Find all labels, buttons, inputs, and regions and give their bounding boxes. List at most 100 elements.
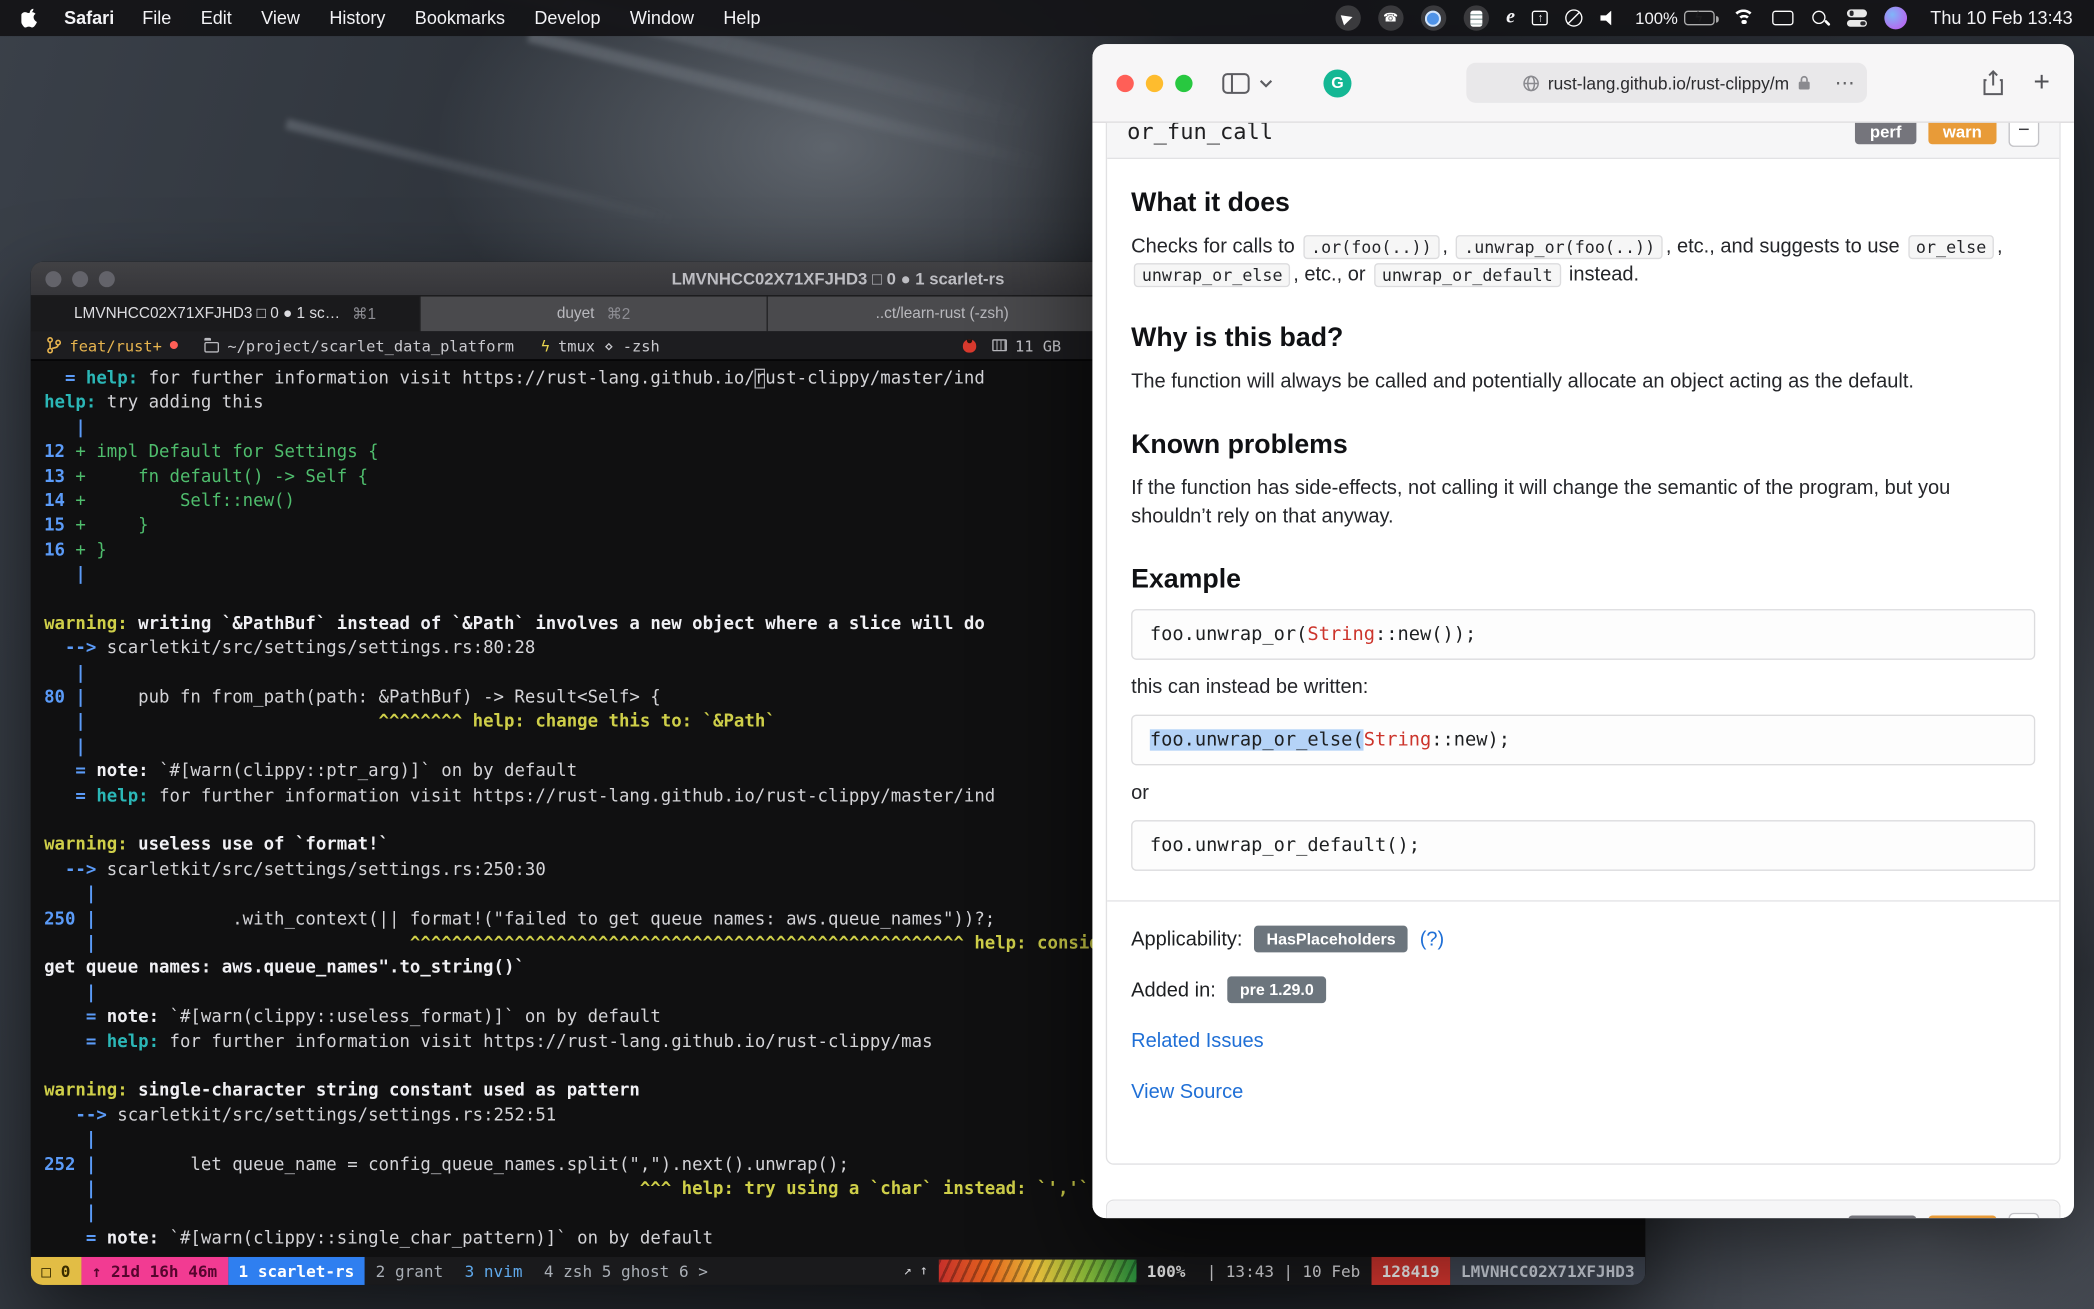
safari-page-content: or_fun_call perf warn − What it does Che… (1092, 123, 2074, 1218)
lint-group-badge: style (1849, 1215, 1916, 1218)
network-arrows: ↗ ↑ (893, 1257, 938, 1285)
battery-indicator[interactable]: 100% ϟ (1635, 9, 1715, 28)
added-in-badge: pre 1.29.0 (1228, 976, 1326, 1003)
safari-window: G rust-lang.github.io/rust-clippy/m ⋯ + … (1092, 44, 2074, 1218)
menu-help[interactable]: Help (709, 8, 775, 28)
session-indicator[interactable]: ϟ tmux ⋄ -zsh (541, 336, 660, 355)
tmux-window-2[interactable]: 2 grant (365, 1257, 454, 1285)
slash-circle-icon[interactable] (1566, 9, 1583, 26)
known-problems-heading: Known problems (1131, 430, 2035, 461)
tmux-hostname: LMVNHCC02X71XFJHD3 (1450, 1257, 1645, 1285)
upload-icon[interactable]: ↑ (1532, 11, 1548, 26)
applicability-badge: HasPlaceholders (1254, 926, 1407, 953)
terminal-tab-3[interactable]: ..ct/learn-rust (-zsh) (768, 297, 1118, 332)
zoom-button[interactable] (99, 270, 115, 286)
known-problems-text: If the function has side-effects, not ca… (1131, 474, 2035, 530)
menu-window[interactable]: Window (615, 8, 709, 28)
lock-icon (1797, 75, 1810, 91)
minimize-button[interactable] (1146, 74, 1163, 91)
url-text: rust-lang.github.io/rust-clippy/m (1548, 73, 1789, 93)
siri-icon[interactable] (1885, 7, 1908, 30)
example-heading: Example (1131, 565, 2035, 596)
separator: | (1283, 1262, 1293, 1281)
tmux-date: 10 Feb (1302, 1262, 1360, 1281)
apple-icon[interactable] (21, 7, 40, 28)
tmux-battery: 100% (1136, 1257, 1196, 1285)
close-button[interactable] (1116, 74, 1133, 91)
lint-level-badge: warn (1928, 123, 1996, 144)
dirty-indicator: ● (170, 338, 178, 353)
ellipsis-icon[interactable]: ⋯ (1835, 73, 1855, 93)
menu-develop[interactable]: Develop (520, 8, 616, 28)
terminal-line: = note: `#[warn(clippy::single_char_patt… (44, 1227, 1645, 1252)
e-app-icon[interactable]: e (1506, 7, 1515, 30)
ladybug-icon[interactable] (963, 339, 976, 352)
wifi-icon[interactable] (1733, 9, 1756, 26)
tmux-window-active[interactable]: 1 scarlet-rs (228, 1257, 365, 1285)
tmux-clock: | 13:43 | 10 Feb (1196, 1257, 1371, 1285)
what-it-does-text: Checks for calls to .or(foo(..)), .unwra… (1131, 232, 2035, 288)
view-source-link[interactable]: View Source (1131, 1081, 1243, 1104)
whatsapp-icon[interactable]: ☎ (1378, 5, 1403, 30)
globe-app-icon[interactable] (1421, 5, 1446, 30)
branch-icon (47, 337, 62, 354)
menu-history[interactable]: History (315, 8, 400, 28)
close-button[interactable] (45, 270, 61, 286)
tmux-session-flag[interactable]: □ 0 (31, 1257, 81, 1285)
terminal-tab-1[interactable]: LMVNHCC02X71XFJHD3 □ 0 ● 1 sc… ⌘1 (31, 297, 421, 332)
battery-icon: ϟ (1685, 11, 1716, 26)
menu-view[interactable]: View (246, 8, 314, 28)
tmux-window-3[interactable]: 3 nvim (454, 1257, 533, 1285)
zoom-button[interactable] (1175, 74, 1192, 91)
minimize-button[interactable] (72, 270, 88, 286)
notes-app-icon[interactable] (1463, 5, 1488, 30)
separator: | (1207, 1262, 1217, 1281)
control-center-icon[interactable] (1848, 9, 1868, 26)
example-alt-text: this can instead be written: (1131, 673, 2035, 701)
spotlight-icon[interactable] (1811, 9, 1830, 28)
memory-icon (992, 339, 1007, 351)
why-bad-heading: Why is this bad? (1131, 323, 2035, 354)
new-tab-icon[interactable]: + (2034, 67, 2050, 99)
tmux-uptime: ↑ 21d 16h 46m (81, 1257, 228, 1285)
tab-label: LMVNHCC02X71XFJHD3 □ 0 ● 1 sc… (74, 306, 340, 322)
lint-card-unnecessary-lazy-evaluations: unnecessary_lazy_evaluations style warn … (1106, 1199, 2061, 1218)
tab-label: ..ct/learn-rust (-zsh) (876, 306, 1009, 322)
example-or-text: or (1131, 779, 2035, 807)
lint-level-badge: warn (1928, 1215, 1996, 1218)
applicability-help-link[interactable]: (?) (1420, 928, 1444, 951)
globe-icon (1522, 74, 1539, 91)
expand-button[interactable]: + (2009, 1212, 2040, 1218)
git-branch-indicator[interactable]: feat/rust+ ● (47, 336, 178, 355)
menu-bar: Safari File Edit View History Bookmarks … (0, 0, 2094, 36)
memory-indicator[interactable]: 11 GB (992, 336, 1061, 355)
related-issues-link[interactable]: Related Issues (1131, 1030, 1264, 1053)
lint-name: or_fun_call (1127, 123, 1273, 144)
menu-edit[interactable]: Edit (186, 8, 246, 28)
applicability-row: Applicability: HasPlaceholders (?) (1131, 926, 2035, 953)
lint-header: unnecessary_lazy_evaluations style warn … (1107, 1201, 2059, 1218)
what-it-does-heading: What it does (1131, 188, 2035, 219)
cwd-indicator[interactable]: ~/project/scarlet_data_platform (205, 336, 514, 355)
menu-file[interactable]: File (128, 8, 186, 28)
share-icon[interactable] (1981, 69, 2004, 96)
safari-toolbar: G rust-lang.github.io/rust-clippy/m ⋯ + (1092, 44, 2074, 123)
active-app-name[interactable]: Safari (51, 8, 128, 28)
tab-label: duyet (557, 306, 595, 322)
display-icon[interactable] (1773, 11, 1794, 26)
collapse-button[interactable]: − (2009, 123, 2040, 147)
grammarly-icon[interactable]: G (1323, 69, 1351, 97)
why-bad-text: The function will always be called and p… (1131, 367, 2035, 395)
menu-bar-clock[interactable]: Thu 10 Feb 13:43 (1930, 8, 2072, 28)
terminal-tab-2[interactable]: duyet ⌘2 (421, 297, 768, 332)
tmux-windows-rest[interactable]: 4 zsh 5 ghost 6 > (533, 1257, 718, 1285)
bolt-icon: ϟ (541, 336, 550, 355)
address-bar[interactable]: rust-lang.github.io/rust-clippy/m ⋯ (1466, 63, 1867, 103)
lint-card-or-fun-call: or_fun_call perf warn − What it does Che… (1106, 123, 2061, 1165)
lint-body: What it does Checks for calls to .or(foo… (1107, 159, 2059, 1163)
volume-icon[interactable] (1600, 11, 1617, 26)
menu-bookmarks[interactable]: Bookmarks (400, 8, 520, 28)
chevron-down-icon[interactable] (1259, 78, 1272, 87)
telegram-icon[interactable] (1335, 5, 1360, 30)
sidebar-icon[interactable] (1222, 71, 1250, 94)
